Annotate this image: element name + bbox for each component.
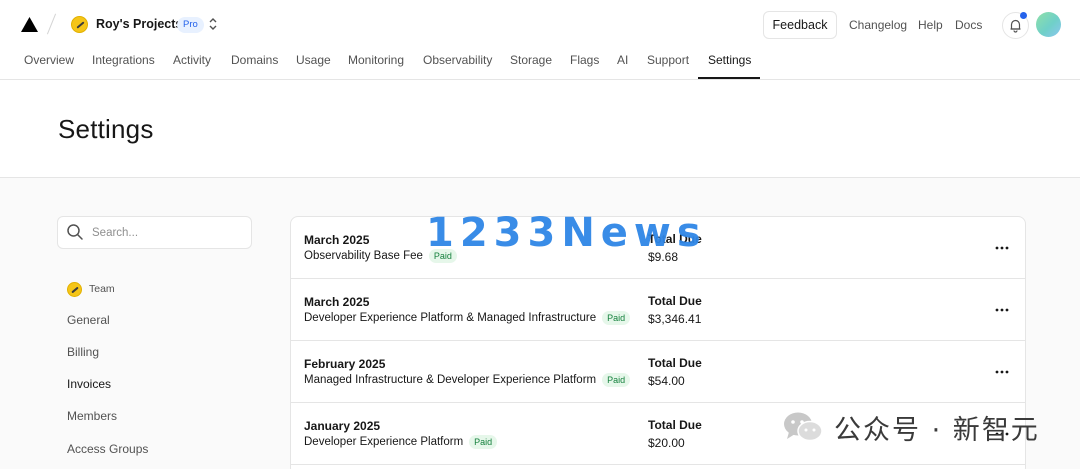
invoice-month: February 2025: [304, 357, 386, 371]
docs-link[interactable]: Docs: [955, 18, 982, 32]
sidebar-item-general[interactable]: General: [67, 313, 110, 327]
top-navigation: [0, 0, 1080, 80]
tab-flags[interactable]: Flags: [570, 53, 599, 67]
invoice-row[interactable]: February 2025 Managed Infrastructure & D…: [291, 341, 1025, 403]
invoice-month: January 2025: [304, 419, 381, 433]
status-badge: Paid: [469, 435, 498, 449]
team-label: Team: [89, 283, 115, 295]
user-avatar[interactable]: [1036, 12, 1061, 37]
tab-settings[interactable]: Settings: [708, 53, 751, 67]
feedback-button[interactable]: Feedback: [763, 11, 837, 39]
tab-usage[interactable]: Usage: [296, 53, 331, 67]
tab-monitoring[interactable]: Monitoring: [348, 53, 404, 67]
more-horizontal-icon: [995, 246, 1009, 250]
invoice-description-text: Developer Experience Platform: [304, 436, 464, 448]
invoice-description: Developer Experience Platform & Managed …: [304, 311, 631, 325]
invoice-row[interactable]: March 2025 Developer Experience Platform…: [291, 279, 1025, 341]
sidebar-item-members[interactable]: Members: [67, 409, 117, 423]
invoice-description: Developer Experience Platform Paid: [304, 435, 498, 449]
status-badge: Paid: [602, 311, 631, 325]
notification-dot: [1020, 12, 1027, 19]
tab-domains[interactable]: Domains: [231, 53, 278, 67]
more-horizontal-icon: [995, 308, 1009, 312]
sidebar-item-invoices[interactable]: Invoices: [67, 377, 111, 391]
sidebar-item-access-groups[interactable]: Access Groups: [67, 442, 148, 456]
tab-ai[interactable]: AI: [617, 53, 628, 67]
tab-storage[interactable]: Storage: [510, 53, 552, 67]
search-icon: [67, 224, 83, 240]
tab-integrations[interactable]: Integrations: [92, 53, 155, 67]
total-due-amount: $20.00: [648, 436, 685, 450]
tab-support[interactable]: Support: [647, 53, 689, 67]
invoice-description: Managed Infrastructure & Developer Exper…: [304, 373, 631, 387]
team-avatar: [67, 282, 82, 297]
tab-overview[interactable]: Overview: [24, 53, 74, 67]
chevron-up-down-icon[interactable]: [207, 16, 219, 32]
project-name[interactable]: Roy's Projects: [96, 17, 182, 31]
page-title: Settings: [58, 114, 154, 144]
page-header: [0, 80, 1080, 178]
tab-observability[interactable]: Observability: [423, 53, 492, 67]
total-due-label: Total Due: [648, 356, 702, 370]
search-input[interactable]: [92, 224, 242, 241]
vercel-logo-icon[interactable]: [21, 17, 38, 32]
plan-badge: Pro: [177, 17, 204, 33]
help-link[interactable]: Help: [918, 18, 943, 32]
more-horizontal-icon: [995, 370, 1009, 374]
active-tab-indicator: [698, 77, 760, 79]
more-options-button[interactable]: [991, 363, 1013, 381]
total-due-amount: $54.00: [648, 374, 685, 388]
invoice-description-text: Developer Experience Platform & Managed …: [304, 312, 597, 324]
total-due-label: Total Due: [648, 418, 702, 432]
tab-activity[interactable]: Activity: [173, 53, 211, 67]
invoice-description-text: Observability Base Fee: [304, 250, 423, 262]
more-options-button[interactable]: [991, 239, 1013, 257]
total-due-label: Total Due: [648, 294, 702, 308]
project-avatar: [71, 16, 88, 33]
invoice-description-text: Managed Infrastructure & Developer Exper…: [304, 374, 597, 386]
total-due-amount: $3,346.41: [648, 312, 702, 326]
news-watermark: 1233News: [426, 210, 707, 256]
sidebar-item-billing[interactable]: Billing: [67, 345, 99, 359]
wechat-watermark-text: 公众号 · 新智元: [834, 414, 1040, 446]
invoice-month: March 2025: [304, 295, 370, 309]
wechat-icon: [784, 412, 823, 442]
wechat-watermark: 公众号 · 新智元: [782, 410, 1040, 446]
status-badge: Paid: [602, 373, 631, 387]
more-options-button[interactable]: [991, 301, 1013, 319]
invoice-month: March 2025: [304, 233, 370, 247]
changelog-link[interactable]: Changelog: [849, 18, 907, 32]
